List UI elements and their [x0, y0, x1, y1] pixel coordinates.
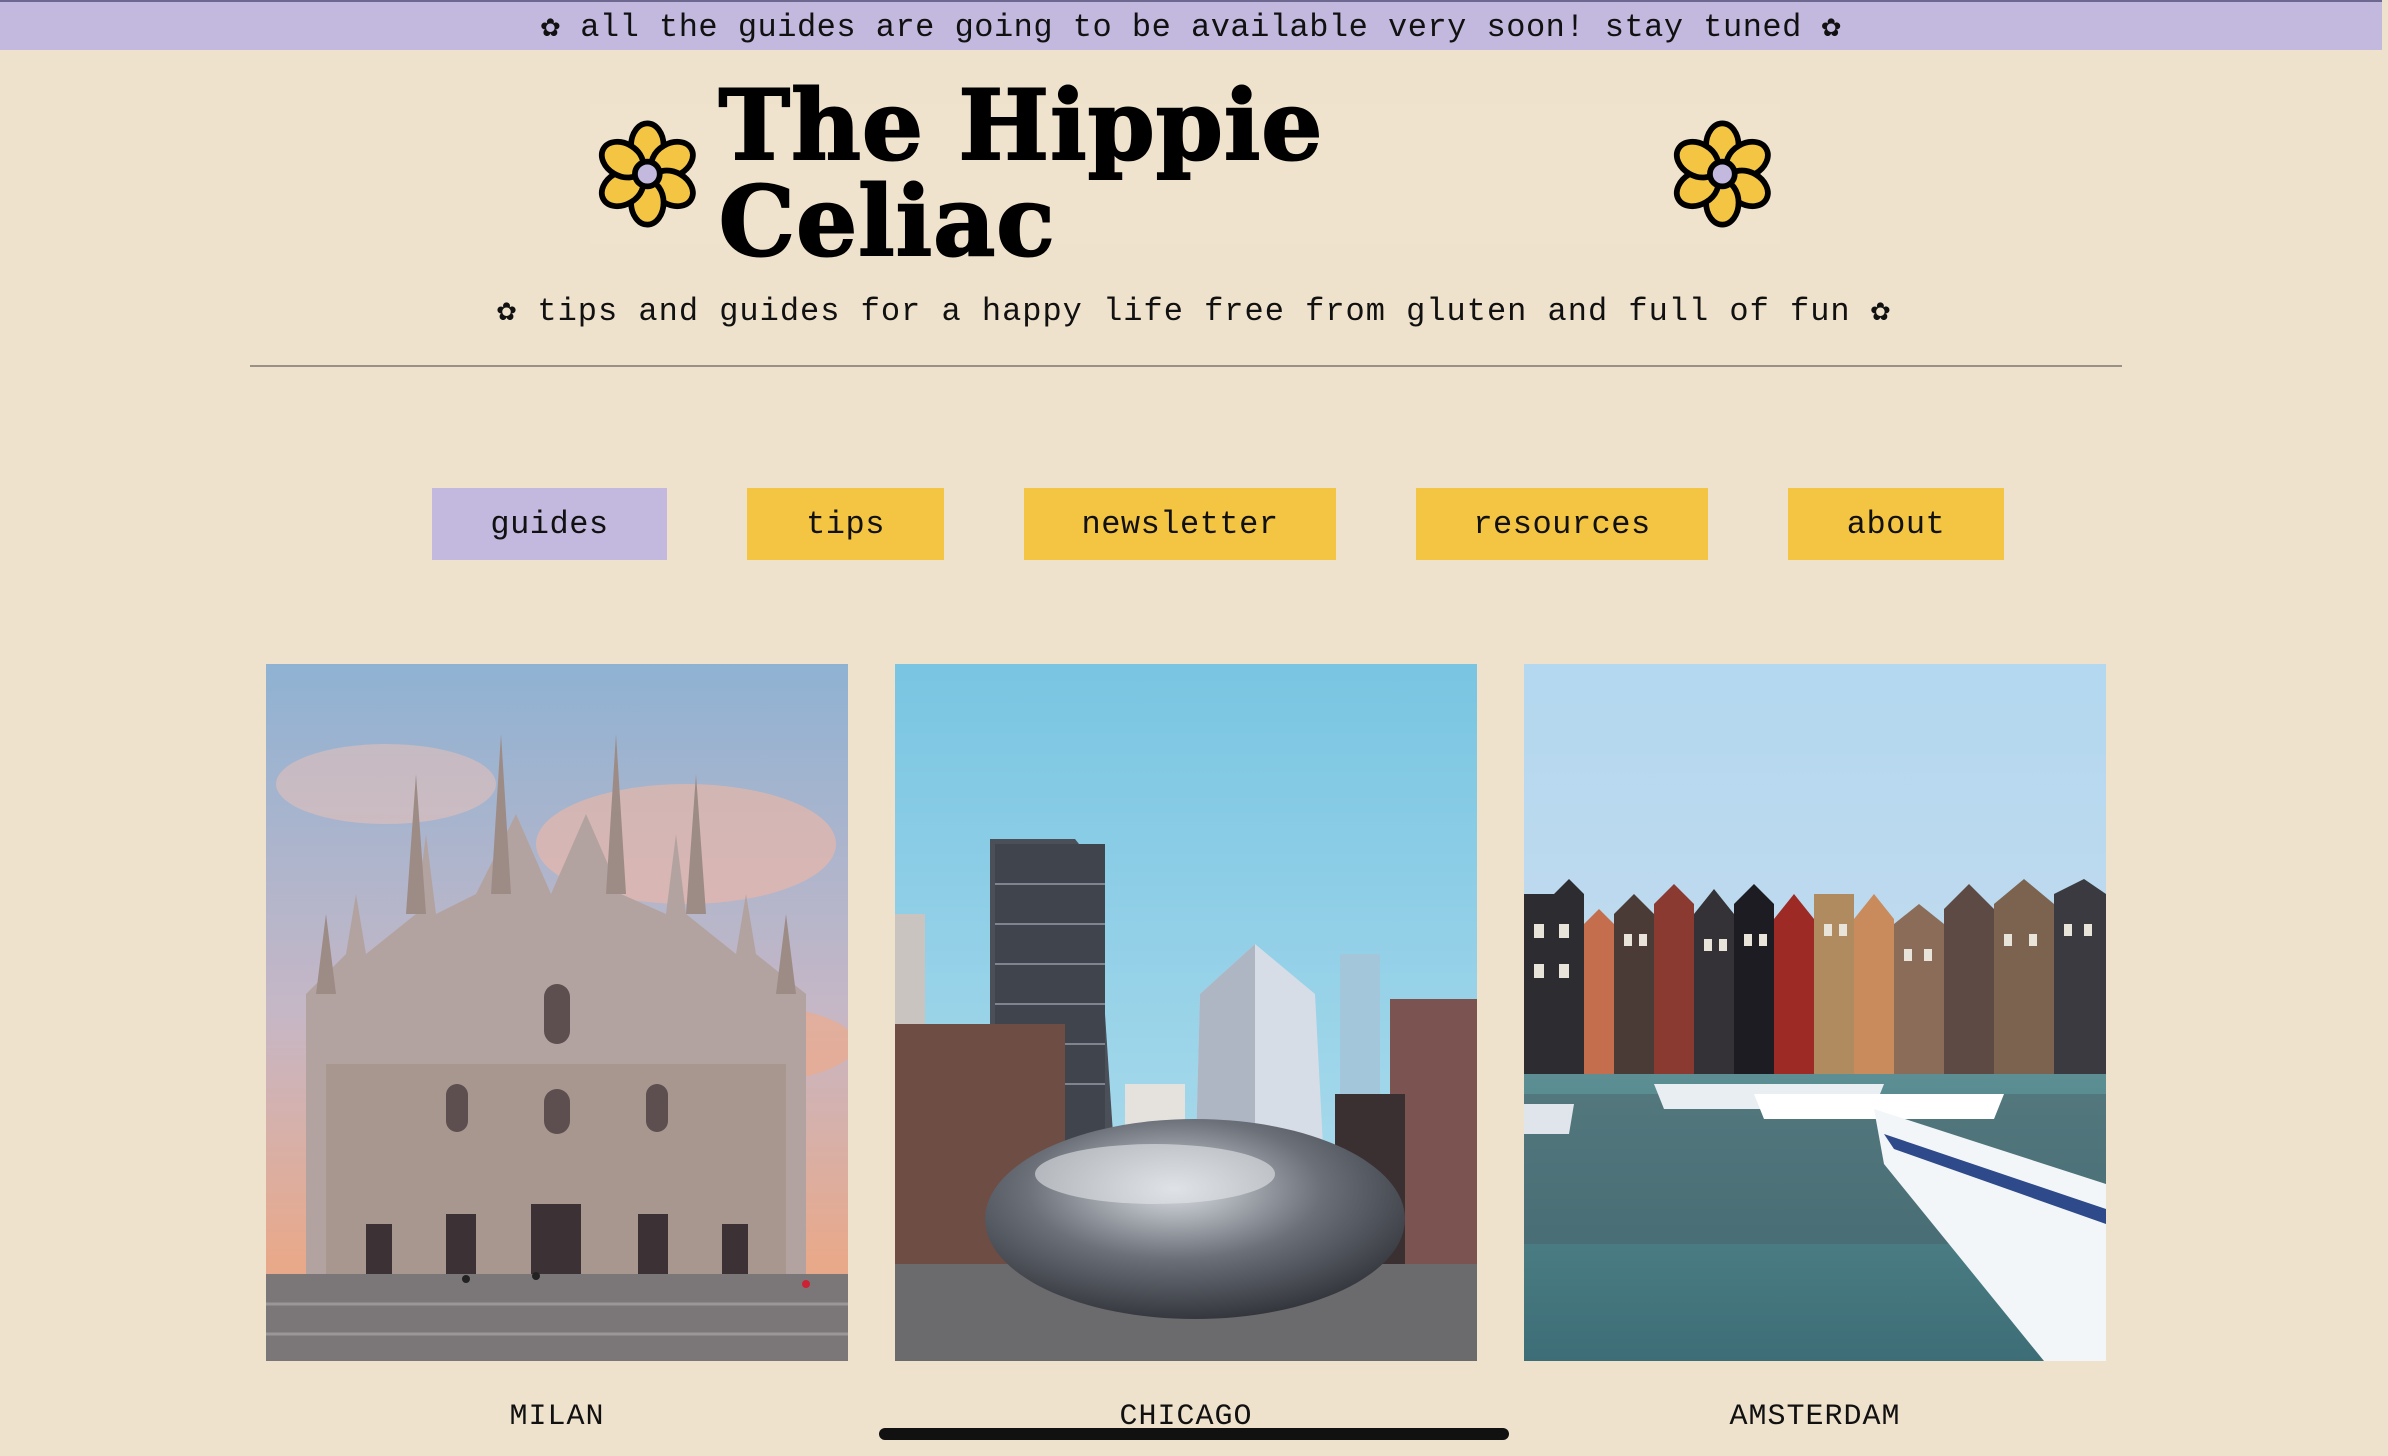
- chicago-guide-image[interactable]: [895, 664, 1477, 1361]
- nav-newsletter-button[interactable]: newsletter: [1024, 488, 1336, 560]
- announcement-banner: ✿ all the guides are going to be availab…: [0, 0, 2382, 50]
- announcement-text: ✿ all the guides are going to be availab…: [540, 9, 1842, 46]
- nav-about-button[interactable]: about: [1788, 488, 2004, 560]
- amsterdam-guide-image[interactable]: [1524, 664, 2106, 1361]
- site-tagline: ✿ tips and guides for a happy life free …: [496, 293, 1892, 330]
- amsterdam-guide-label[interactable]: AMSTERDAM: [1524, 1400, 2106, 1434]
- nav-resources-button[interactable]: resources: [1416, 488, 1708, 560]
- nav-tips-button[interactable]: tips: [747, 488, 944, 560]
- flower-icon: [598, 120, 696, 228]
- site-title: The Hippie Celiac: [718, 69, 1324, 278]
- flower-icon: [1674, 120, 1772, 228]
- milan-guide-label[interactable]: MILAN: [266, 1400, 848, 1434]
- header-divider: [250, 365, 2122, 367]
- nav-guides-button[interactable]: guides: [432, 488, 667, 560]
- site-logo[interactable]: The Hippie Celiac: [590, 77, 1780, 271]
- milan-guide-image[interactable]: [266, 664, 848, 1361]
- home-indicator: [879, 1428, 1509, 1440]
